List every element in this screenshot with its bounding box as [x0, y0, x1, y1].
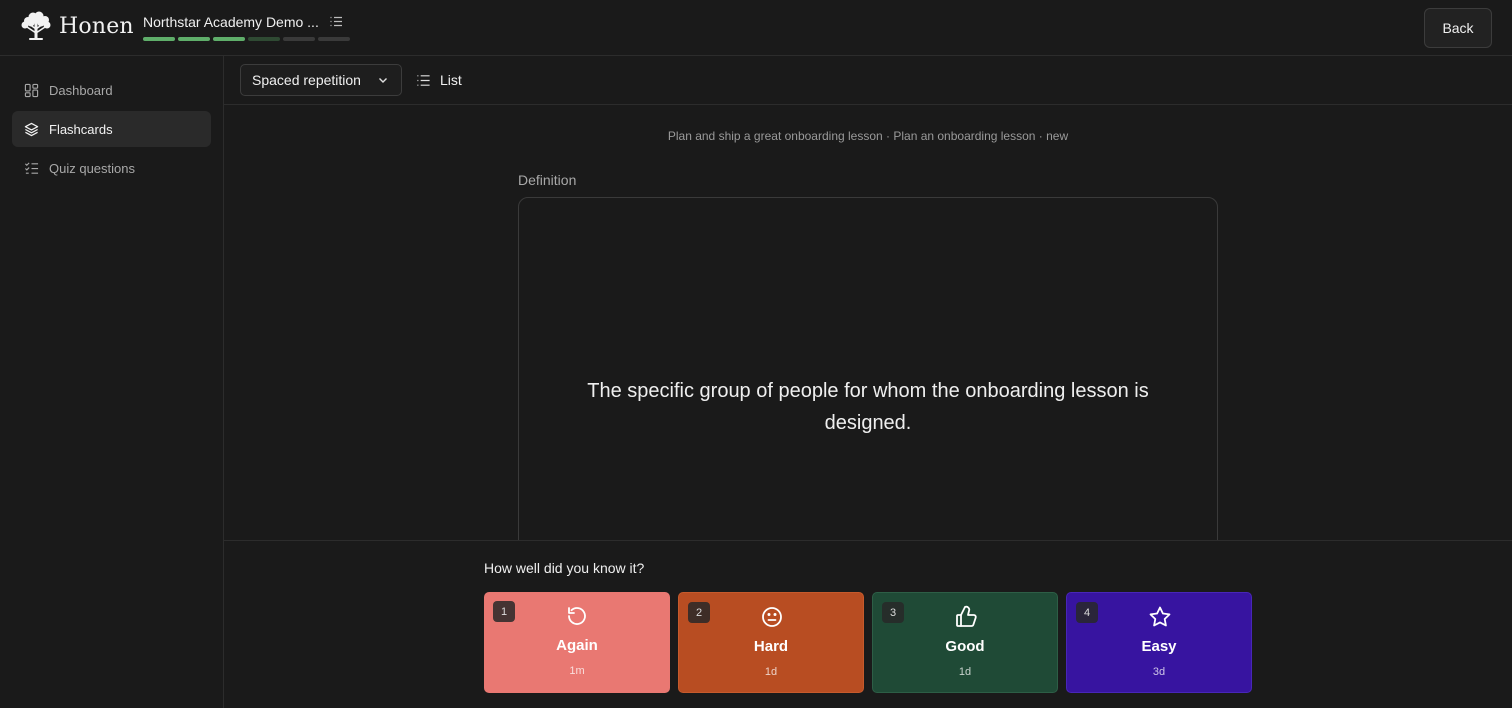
progress-segment — [213, 37, 245, 41]
again-button[interactable]: 1 Again 1m — [484, 592, 670, 693]
undo-icon — [565, 604, 589, 628]
shortcut-key-badge: 2 — [688, 602, 710, 623]
progress-segment — [283, 37, 315, 41]
course-outline-icon[interactable] — [329, 15, 343, 29]
course-progress — [143, 37, 350, 41]
card-breadcrumb: Plan and ship a great onboarding lesson … — [667, 129, 1069, 143]
dashboard-icon — [24, 83, 39, 98]
good-button[interactable]: 3 Good 1d — [872, 592, 1058, 693]
card-side-label: Definition — [518, 172, 577, 188]
sidebar-item-flashcards[interactable]: Flashcards — [12, 111, 211, 147]
sidebar-item-dashboard[interactable]: Dashboard — [12, 72, 211, 108]
easy-button[interactable]: 4 Easy 3d — [1066, 592, 1252, 693]
answer-interval: 1d — [958, 666, 972, 678]
answer-label: Hard — [753, 638, 789, 655]
tree-logo-icon — [21, 11, 51, 40]
shortcut-key-badge: 4 — [1076, 602, 1098, 623]
chevron-down-icon — [379, 78, 387, 83]
list-view-button[interactable]: List — [416, 64, 462, 96]
answer-label: Again — [556, 637, 598, 654]
list-icon — [416, 73, 431, 88]
progress-segment — [143, 37, 175, 41]
progress-segment — [318, 37, 350, 41]
sidebar-item-label: Quiz questions — [49, 160, 135, 176]
answer-interval: 1m — [569, 665, 585, 677]
progress-segment — [178, 37, 210, 41]
answer-label: Easy — [1141, 638, 1177, 655]
neutral-face-icon — [760, 605, 784, 629]
list-view-label: List — [440, 72, 462, 88]
checklist-icon — [24, 161, 39, 176]
course-title[interactable]: Northstar Academy Demo ... — [143, 14, 319, 30]
study-toolbar: Spaced repetition List — [224, 56, 1512, 105]
course-header: Northstar Academy Demo ... — [143, 14, 350, 41]
top-bar: Honen Northstar Academy Demo ... Back — [0, 0, 1512, 56]
brand-name: Honen — [59, 13, 134, 39]
back-button[interactable]: Back — [1424, 8, 1492, 48]
shortcut-key-badge: 3 — [882, 602, 904, 623]
thumbs-up-icon — [954, 605, 978, 629]
flashcard-text: The specific group of people for whom th… — [587, 380, 1149, 434]
answer-panel: How well did you know it? 1 Again 1m 2 H… — [224, 540, 1512, 708]
flashcard[interactable]: The specific group of people for whom th… — [518, 197, 1218, 567]
star-icon — [1148, 605, 1172, 629]
sidebar-item-label: Flashcards — [49, 121, 113, 137]
layers-icon — [24, 122, 39, 137]
recall-question: How well did you know it? — [484, 560, 645, 576]
sidebar-item-quiz-questions[interactable]: Quiz questions — [12, 150, 211, 186]
study-mode-value: Spaced repetition — [252, 72, 361, 88]
shortcut-key-badge: 1 — [493, 601, 515, 622]
brand-logo[interactable]: Honen — [19, 11, 134, 41]
progress-segment — [248, 37, 280, 41]
answer-interval: 3d — [1152, 666, 1166, 678]
answer-interval: 1d — [764, 666, 778, 678]
hard-button[interactable]: 2 Hard 1d — [678, 592, 864, 693]
sidebar: Dashboard Flashcards Quiz questions — [0, 56, 224, 708]
answer-label: Good — [945, 638, 985, 655]
sidebar-item-label: Dashboard — [49, 82, 113, 98]
study-mode-select[interactable]: Spaced repetition — [240, 64, 402, 96]
